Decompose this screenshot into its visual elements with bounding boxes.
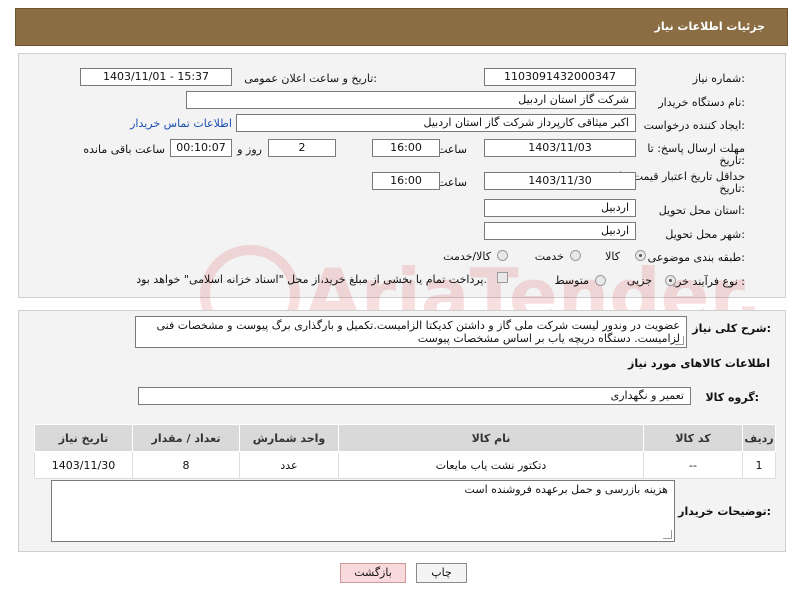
goods-info-title: اطلاعات کالاهای مورد نیاز	[628, 357, 770, 370]
need-number-field: 1103091432000347	[484, 68, 636, 86]
category-option-goods-service: کالا/خدمت	[443, 250, 491, 263]
days-label: روز و	[237, 143, 262, 156]
description-field: عضویت در وندور لیست شرکت ملی گاز و داشتن…	[135, 316, 687, 348]
reply-deadline-date-label: تاریخ:	[719, 154, 745, 167]
category-radio-goods[interactable]	[635, 250, 646, 261]
process-option-minor: جزیی	[626, 274, 652, 287]
back-button[interactable]: بازگشت	[340, 563, 406, 583]
buyer-org-label: نام دستگاه خریدار:	[658, 96, 745, 109]
province-label: استان محل تحویل:	[658, 204, 745, 217]
page-title: جزئیات اطلاعات نیاز	[654, 20, 766, 33]
process-option-medium: متوسط	[554, 274, 589, 287]
buyer-notes-field: هزینه بازرسی و حمل برعهده فروشنده است	[51, 480, 675, 542]
need-number-label: شماره نیاز:	[692, 72, 745, 85]
col-quantity: تعداد / مقدار	[132, 424, 240, 452]
buyer-contact-link[interactable]: اطلاعات تماس خریدار	[130, 117, 232, 130]
price-validity-time-field: 16:00	[372, 172, 440, 190]
goods-group-field: تعمیر و نگهداری	[138, 387, 691, 405]
price-validity-date-field: 1403/11/30	[484, 172, 636, 190]
days-field: 2	[268, 139, 336, 157]
price-validity-time-label: ساعت	[437, 176, 467, 189]
col-date: تاریخ نیاز	[34, 424, 133, 452]
buyer-notes-text: هزینه بازرسی و حمل برعهده فروشنده است	[464, 483, 668, 496]
goods-group-label: گروه کالا:	[705, 391, 759, 404]
creator-field: اکبر میثاقی کارپرداز شرکت گاز استان اردب…	[236, 114, 636, 132]
category-radio-goods-service[interactable]	[497, 250, 508, 261]
notes-resize-handle-icon[interactable]	[663, 530, 672, 539]
col-name: نام کالا	[338, 424, 644, 452]
col-code: کد کالا	[643, 424, 743, 452]
table-row: 1 -- دتکتور نشت یاب مایعات عدد 8 1403/11…	[34, 451, 776, 479]
goods-table-header: ردیف کد کالا نام کالا واحد شمارش تعداد /…	[34, 424, 776, 452]
process-type-label: نوع فرآیند خرید :	[667, 275, 745, 288]
process-radio-medium[interactable]	[595, 275, 606, 286]
cell-quantity: 8	[132, 451, 240, 479]
cell-row: 1	[742, 451, 776, 479]
announce-datetime-field: 1403/11/01 - 15:37	[80, 68, 232, 86]
category-label: طبقه بندی موضوعی:	[647, 251, 745, 264]
cell-unit: عدد	[239, 451, 339, 479]
treasury-payment-note: پرداخت تمام یا بخشی از مبلغ خرید،از محل …	[136, 273, 487, 286]
print-button[interactable]: چاپ	[416, 563, 467, 583]
col-unit: واحد شمارش	[239, 424, 339, 452]
cell-name: دتکتور نشت یاب مایعات	[338, 451, 644, 479]
remaining-time-label: ساعت باقی مانده	[83, 143, 165, 156]
price-validity-date-label: تاریخ:	[719, 182, 745, 195]
cell-date: 1403/11/30	[34, 451, 133, 479]
process-radio-minor[interactable]	[665, 275, 676, 286]
treasury-payment-checkbox[interactable]	[497, 272, 508, 283]
creator-label: ایجاد کننده درخواست:	[643, 119, 745, 132]
category-option-service: خدمت	[534, 250, 564, 263]
description-label: شرح کلی نیاز:	[692, 322, 771, 335]
description-text: عضویت در وندور لیست شرکت ملی گاز و داشتن…	[156, 319, 680, 345]
col-row: ردیف	[742, 424, 776, 452]
cell-code: --	[643, 451, 743, 479]
reply-date-field: 1403/11/03	[484, 139, 636, 157]
reply-time-label: ساعت	[437, 143, 467, 156]
goods-table: ردیف کد کالا نام کالا واحد شمارش تعداد /…	[34, 424, 776, 479]
page-header: جزئیات اطلاعات نیاز	[15, 8, 788, 46]
announce-datetime-label: تاریخ و ساعت اعلان عمومی:	[244, 72, 377, 85]
remaining-time-field: 00:10:07	[170, 139, 232, 157]
buyer-notes-label: توضیحات خریدار:	[678, 505, 771, 518]
category-option-goods: کالا	[605, 250, 620, 263]
reply-time-field: 16:00	[372, 139, 440, 157]
city-label: شهر محل تحویل:	[665, 228, 745, 241]
category-radio-service[interactable]	[570, 250, 581, 261]
city-field: اردبیل	[484, 222, 636, 240]
resize-handle-icon[interactable]	[675, 336, 684, 345]
buyer-org-field: شرکت گاز استان اردبیل	[186, 91, 636, 109]
province-field: اردبیل	[484, 199, 636, 217]
